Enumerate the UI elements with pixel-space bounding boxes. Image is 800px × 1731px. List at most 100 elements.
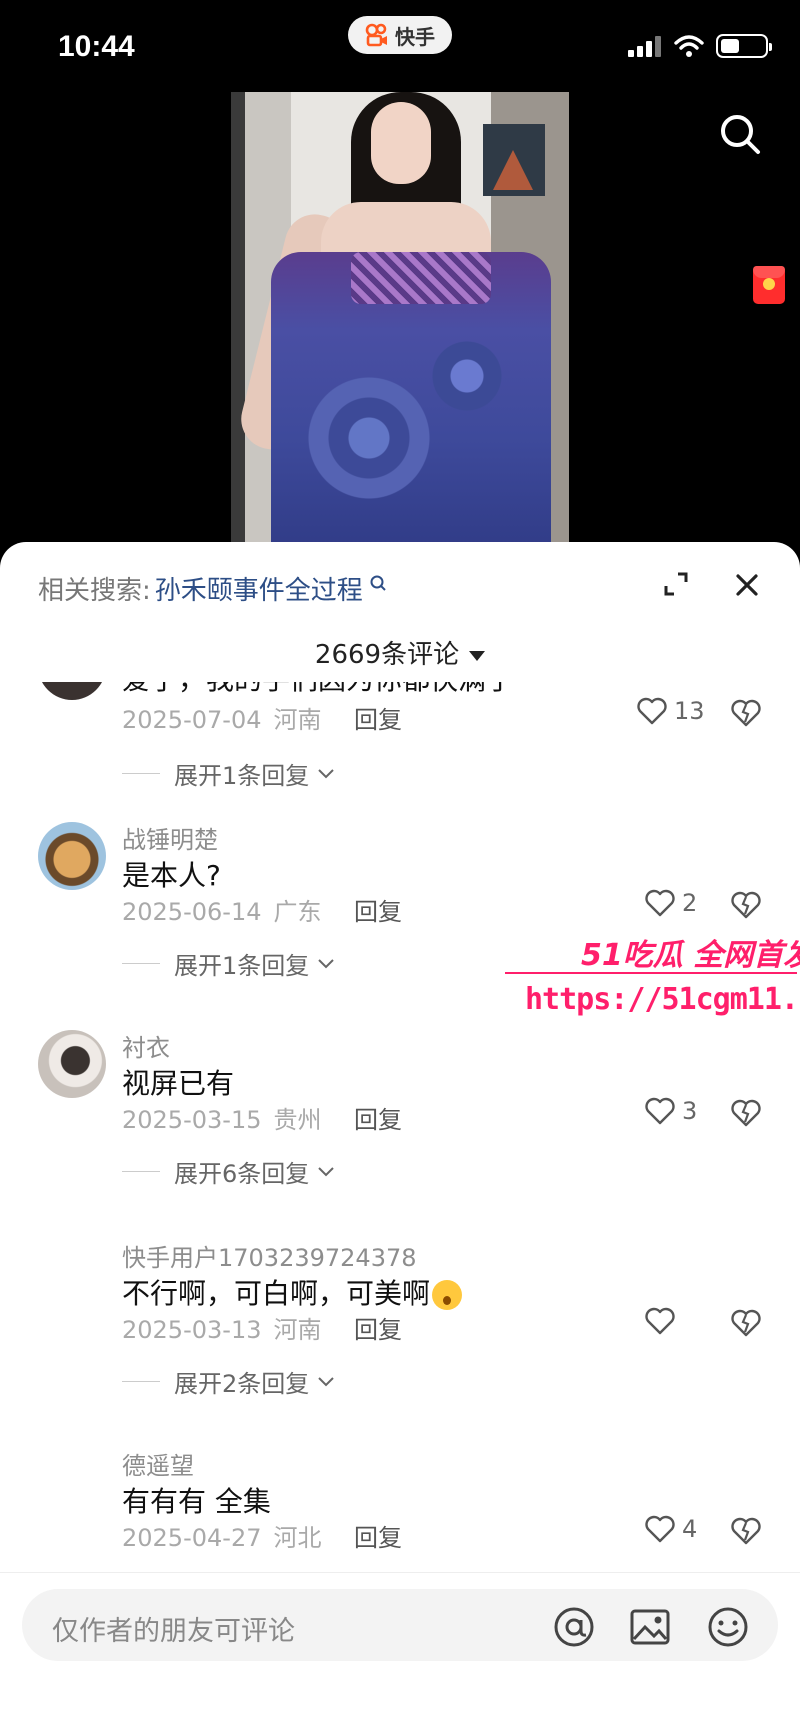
like-count: 2 (682, 889, 698, 917)
related-search[interactable]: 相关搜索: 孙禾颐事件全过程 (38, 570, 387, 607)
broken-heart-icon[interactable] (730, 890, 762, 920)
comment-date: 2025-03-15 (122, 1106, 262, 1134)
comment-location: 河南 (273, 706, 322, 734)
expand-replies-label: 展开1条回复 (174, 952, 310, 980)
reply-button[interactable]: 回复 (354, 1310, 402, 1345)
expand-replies-label: 展开1条回复 (174, 762, 310, 790)
like-count: 13 (674, 697, 705, 725)
chevron-down-icon (318, 768, 334, 778)
expand-replies-button[interactable]: 展开2条回复 (122, 1364, 335, 1399)
reply-button[interactable]: 回复 (354, 892, 402, 927)
watermark-title: 51吃瓜 全网首发 (581, 938, 800, 973)
comment-input-placeholder: 仅作者的朋友可评论 (52, 1616, 295, 1647)
comment-count-dropdown[interactable]: 2669条评论 (0, 634, 800, 671)
reply-button[interactable]: 回复 (354, 700, 402, 735)
comment-input[interactable]: 仅作者的朋友可评论 (22, 1589, 778, 1661)
search-small-icon (370, 575, 386, 591)
avatar[interactable] (38, 822, 106, 890)
status-icons (628, 34, 772, 58)
broken-heart-icon[interactable] (730, 1516, 762, 1546)
fullscreen-icon[interactable] (662, 570, 690, 598)
heart-icon (645, 1097, 675, 1125)
avatar[interactable] (38, 682, 106, 700)
like-button[interactable]: 13 (636, 696, 705, 726)
expand-replies-button[interactable]: 展开1条回复 (122, 946, 335, 981)
comment-location: 广东 (273, 898, 322, 926)
reply-button[interactable]: 回复 (354, 1518, 402, 1553)
broken-heart-icon[interactable] (730, 1098, 762, 1128)
expand-replies-button[interactable]: 展开6条回复 (122, 1154, 335, 1189)
emoji-icon[interactable] (706, 1605, 750, 1649)
comment-text: 是本人? (122, 859, 221, 892)
comment-input-bar: 仅作者的朋友可评论 (0, 1572, 800, 1731)
signal-icon (628, 36, 661, 57)
comment-username[interactable]: 衬衣 (122, 1028, 170, 1063)
related-search-label: 相关搜索: (38, 576, 151, 606)
like-button[interactable] (644, 1306, 682, 1336)
red-packet-icon[interactable] (753, 266, 785, 304)
video-figure-top (351, 252, 491, 304)
chevron-down-icon (318, 958, 334, 968)
comment-meta: 2025-07-04 河南 (122, 700, 321, 735)
expand-replies-label: 展开2条回复 (174, 1370, 310, 1398)
comment-username[interactable]: 德遥望 (122, 1446, 194, 1481)
heart-icon (637, 697, 667, 725)
wifi-icon (674, 35, 704, 57)
comment-meta: 2025-03-13 河南 (122, 1310, 321, 1345)
video-player[interactable] (231, 92, 569, 552)
like-count: 3 (682, 1097, 698, 1125)
comment-sheet: 相关搜索: 孙禾颐事件全过程 2669条评论 爱了，我的手们因为你都快满了 20… (0, 542, 800, 1731)
heart-icon (645, 1515, 675, 1543)
comment-text-body: 不行啊，可白啊，可美啊 (122, 1277, 431, 1310)
mention-icon[interactable] (552, 1605, 596, 1649)
caret-down-icon (469, 650, 486, 661)
like-button[interactable]: 2 (644, 888, 697, 918)
app-name: 快手 (395, 24, 435, 49)
heart-icon (645, 1307, 675, 1335)
like-button[interactable]: 4 (644, 1514, 697, 1544)
expand-replies-label: 展开6条回复 (174, 1160, 310, 1188)
image-icon[interactable] (628, 1605, 672, 1649)
comment-date: 2025-03-13 (122, 1316, 262, 1344)
comment-meta: 2025-04-27 河北 (122, 1518, 321, 1553)
comment-meta: 2025-06-14 广东 (122, 892, 321, 927)
comment-list[interactable]: 爱了，我的手们因为你都快满了 2025-07-04 河南 回复 13 展开1条回复… (0, 682, 800, 1574)
avatar[interactable] (38, 1030, 106, 1098)
chevron-down-icon (318, 1166, 334, 1176)
kuaishou-logo-icon (365, 23, 387, 47)
like-button[interactable]: 3 (644, 1096, 697, 1126)
comment-text: 不行啊，可白啊，可美啊 (122, 1272, 463, 1312)
status-time: 10:44 (58, 30, 135, 63)
battery-icon (716, 34, 772, 58)
surprised-emoji-icon (432, 1280, 463, 1310)
comment-location: 河南 (273, 1316, 322, 1344)
comment-date: 2025-06-14 (122, 898, 262, 926)
video-figure-face (371, 102, 431, 184)
comment-text: 有有有 全集 (122, 1485, 271, 1518)
close-icon[interactable] (732, 570, 762, 600)
broken-heart-icon[interactable] (730, 698, 762, 728)
heart-icon (645, 889, 675, 917)
comment-location: 河北 (273, 1524, 322, 1552)
watermark-overlay: 51吃瓜 全网首发 https://51cgm11.com (505, 930, 800, 1020)
app-back-pill[interactable]: 快手 (348, 16, 452, 54)
comment-text: 视屏已有 (122, 1067, 235, 1100)
search-icon[interactable] (716, 110, 764, 158)
comment-location: 贵州 (273, 1106, 322, 1134)
comment-meta: 2025-03-15 贵州 (122, 1100, 321, 1135)
watermark-url: https://51cgm11.com (525, 982, 800, 1017)
comment-username[interactable]: 战锤明楚 (122, 820, 218, 855)
comment-date: 2025-07-04 (122, 706, 262, 734)
wall-painting-detail (493, 150, 533, 190)
comment-text: 爱了，我的手们因为你都快满了 (122, 682, 514, 698)
chevron-down-icon (318, 1376, 334, 1386)
screen: 10:44 快手 相关搜索: 孙禾颐事件全过程 2669条评论 2025-07-… (0, 0, 800, 1731)
broken-heart-icon[interactable] (730, 1308, 762, 1338)
related-search-query[interactable]: 孙禾颐事件全过程 (155, 570, 363, 607)
comment-date: 2025-04-27 (122, 1524, 262, 1552)
reply-button[interactable]: 回复 (354, 1100, 402, 1135)
watermark-rule (505, 972, 797, 974)
expand-replies-button[interactable]: 展开1条回复 (122, 756, 335, 791)
like-count: 4 (682, 1515, 698, 1543)
comment-username[interactable]: 快手用户1703239724378 (122, 1238, 417, 1273)
